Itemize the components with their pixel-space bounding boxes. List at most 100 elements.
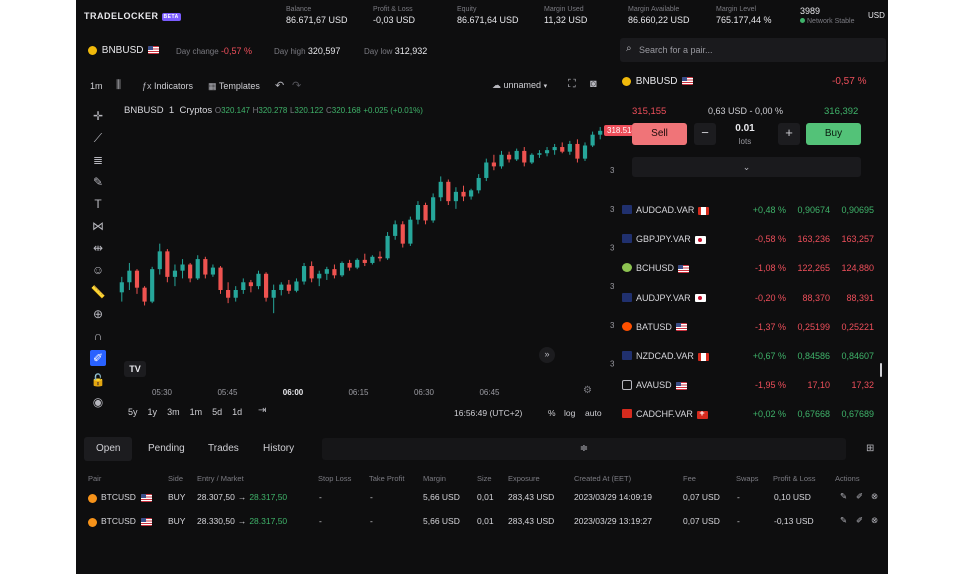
- candle-body: [309, 266, 314, 279]
- crosshair-icon[interactable]: ✛: [90, 108, 106, 124]
- candle-type-icon[interactable]: ⫼: [116, 79, 121, 92]
- zoom-icon[interactable]: ⊕: [90, 306, 106, 322]
- watchlist-row[interactable]: BCHUSD -1,08 % 122,265 124,880: [620, 261, 874, 275]
- layout-selector[interactable]: ☁ unnamed ▾: [492, 80, 547, 91]
- lots-input[interactable]: 0.01: [732, 123, 758, 134]
- forecast-icon[interactable]: ⇹: [90, 240, 106, 256]
- account-status[interactable]: 3989 Network Stable: [800, 6, 854, 25]
- templates-button[interactable]: ▦ Templates: [208, 81, 260, 92]
- edit-position-icon[interactable]: ✎: [840, 491, 847, 502]
- watchlist-row[interactable]: NZDCAD.VAR +0,67 % 0,84586 0,84607: [620, 349, 874, 363]
- tab-open[interactable]: Open: [84, 437, 133, 461]
- scroll-right-icon[interactable]: »: [539, 347, 555, 363]
- col-profit-loss[interactable]: Profit & Loss: [773, 474, 816, 483]
- watchlist-row[interactable]: GBPJPY.VAR -0,58 % 163,236 163,257: [620, 232, 874, 246]
- range-1m[interactable]: 1m: [190, 407, 203, 417]
- pencil-icon[interactable]: ✐: [856, 515, 863, 526]
- spread: 0,63 USD - 0,00 %: [708, 106, 784, 116]
- col-swaps[interactable]: Swaps: [736, 474, 759, 483]
- emoji-icon[interactable]: ☺: [90, 262, 106, 278]
- pair-search[interactable]: ⌕ Search for a pair...: [620, 38, 886, 62]
- search-input[interactable]: Search for a pair...: [639, 45, 713, 55]
- range-1y[interactable]: 1y: [148, 407, 158, 417]
- buy-button[interactable]: Buy: [806, 123, 861, 145]
- camera-icon[interactable]: ◙: [590, 78, 597, 90]
- candle-body: [461, 191, 466, 197]
- position-pnl: -0,13 USD: [774, 516, 814, 526]
- redo-icon[interactable]: ↷: [292, 79, 301, 92]
- watchlist-scrollbar[interactable]: [880, 363, 882, 377]
- ava-icon: [622, 380, 632, 391]
- position-row[interactable]: BTCUSD BUY 28.307,50 → 28.317,50 - - 5,66 USD 0,…: [76, 488, 888, 508]
- panel-resize-handle[interactable]: ≑: [322, 438, 846, 460]
- col-take-profit[interactable]: Take Profit: [369, 474, 404, 483]
- watchlist-row[interactable]: AVAUSD -1,95 % 17,10 17,32: [620, 378, 874, 392]
- col-created[interactable]: Created At (EET): [574, 474, 631, 483]
- us-flag-icon: [678, 265, 690, 274]
- watchlist-symbol: GBPJPY.VAR: [636, 234, 706, 244]
- range-1d[interactable]: 1d: [232, 407, 242, 417]
- tab-history[interactable]: History: [263, 437, 294, 461]
- col-size[interactable]: Size: [477, 474, 492, 483]
- clock[interactable]: 16:56:49 (UTC+2): [454, 408, 522, 418]
- interval-selector[interactable]: 1m: [90, 81, 103, 91]
- drag-handle-icon: ≑: [579, 443, 589, 454]
- magnet-icon[interactable]: ∩: [90, 328, 106, 344]
- arrow-right-icon: →: [237, 516, 247, 526]
- watchlist-row[interactable]: CADCHF.VAR +0,02 % 0,67668 0,67689: [620, 407, 874, 421]
- col-fee[interactable]: Fee: [683, 474, 696, 483]
- fullscreen-icon[interactable]: ⛶: [568, 78, 576, 91]
- indicators-button[interactable]: ƒx Indicators: [142, 81, 193, 91]
- grid-layout-icon[interactable]: ⊞: [866, 443, 874, 454]
- decrease-lots-button[interactable]: −: [694, 123, 716, 145]
- drawing-mode-icon[interactable]: ✐: [90, 350, 106, 366]
- btc-icon: [88, 494, 97, 503]
- range-5y[interactable]: 5y: [128, 407, 138, 417]
- x-tick-label: 06:15: [348, 388, 369, 397]
- tab-trades[interactable]: Trades: [208, 437, 239, 461]
- watchlist-ask: 17,32: [851, 380, 874, 391]
- text-icon[interactable]: T: [90, 196, 106, 212]
- pencil-icon[interactable]: ✐: [856, 491, 863, 502]
- watchlist-row[interactable]: AUDCAD.VAR +0,48 % 0,90674 0,90695: [620, 203, 874, 217]
- watchlist-symbol: AUDJPY.VAR: [636, 293, 706, 303]
- date-range-icon[interactable]: ⇥: [258, 405, 266, 416]
- eye-icon[interactable]: ◉: [90, 394, 106, 410]
- col-exposure[interactable]: Exposure: [508, 474, 540, 483]
- trading-app: TRADELOCKER BETA Balance 86.671,67 USD Pro…: [76, 0, 888, 574]
- ruler-icon[interactable]: 📏: [90, 284, 106, 300]
- watchlist-row[interactable]: BATUSD -1,37 % 0,25199 0,25221: [620, 320, 874, 334]
- expand-order-button[interactable]: ⌄: [632, 157, 861, 177]
- brush-icon[interactable]: ✎: [90, 174, 106, 190]
- candle-body: [469, 190, 474, 197]
- col-pair[interactable]: Pair: [88, 474, 101, 483]
- log-toggle[interactable]: log: [564, 408, 575, 418]
- percent-toggle[interactable]: %: [548, 408, 556, 418]
- col-margin[interactable]: Margin: [423, 474, 446, 483]
- pattern-icon[interactable]: ⋈: [90, 218, 106, 234]
- close-position-icon[interactable]: ⊗: [871, 491, 878, 502]
- increase-lots-button[interactable]: +: [778, 123, 800, 145]
- undo-icon[interactable]: ↶: [275, 79, 284, 92]
- range-5d[interactable]: 5d: [212, 407, 222, 417]
- col-stop-loss[interactable]: Stop Loss: [318, 474, 351, 483]
- order-symbol[interactable]: BNBUSD: [622, 76, 694, 87]
- watchlist-row[interactable]: AUDJPY.VAR -0,20 % 88,370 88,391: [620, 291, 874, 305]
- position-row[interactable]: BTCUSD BUY 28.330,50 → 28.317,50 - - 5,66 USD 0,…: [76, 512, 888, 532]
- col-side[interactable]: Side: [168, 474, 183, 483]
- col-entry-market[interactable]: Entry / Market: [197, 474, 244, 483]
- range-3m[interactable]: 3m: [167, 407, 180, 417]
- app-logo: TRADELOCKER BETA: [84, 11, 181, 21]
- lock-icon[interactable]: 🔓: [90, 372, 106, 388]
- edit-position-icon[interactable]: ✎: [840, 515, 847, 526]
- fib-icon[interactable]: ≣: [90, 152, 106, 168]
- close-position-icon[interactable]: ⊗: [871, 515, 878, 526]
- price-chart[interactable]: 318.000 317.500 317.000 316.500 316.000 315.5…: [114, 115, 614, 405]
- chart-symbol[interactable]: BNBUSD: [88, 45, 160, 56]
- auto-toggle[interactable]: auto: [585, 408, 602, 418]
- tab-pending[interactable]: Pending: [148, 437, 185, 461]
- sell-button[interactable]: Sell: [632, 123, 687, 145]
- currency-selector[interactable]: USD: [868, 11, 885, 20]
- trend-line-icon[interactable]: ⟋: [90, 130, 106, 146]
- settings-icon[interactable]: ⚙: [583, 385, 592, 396]
